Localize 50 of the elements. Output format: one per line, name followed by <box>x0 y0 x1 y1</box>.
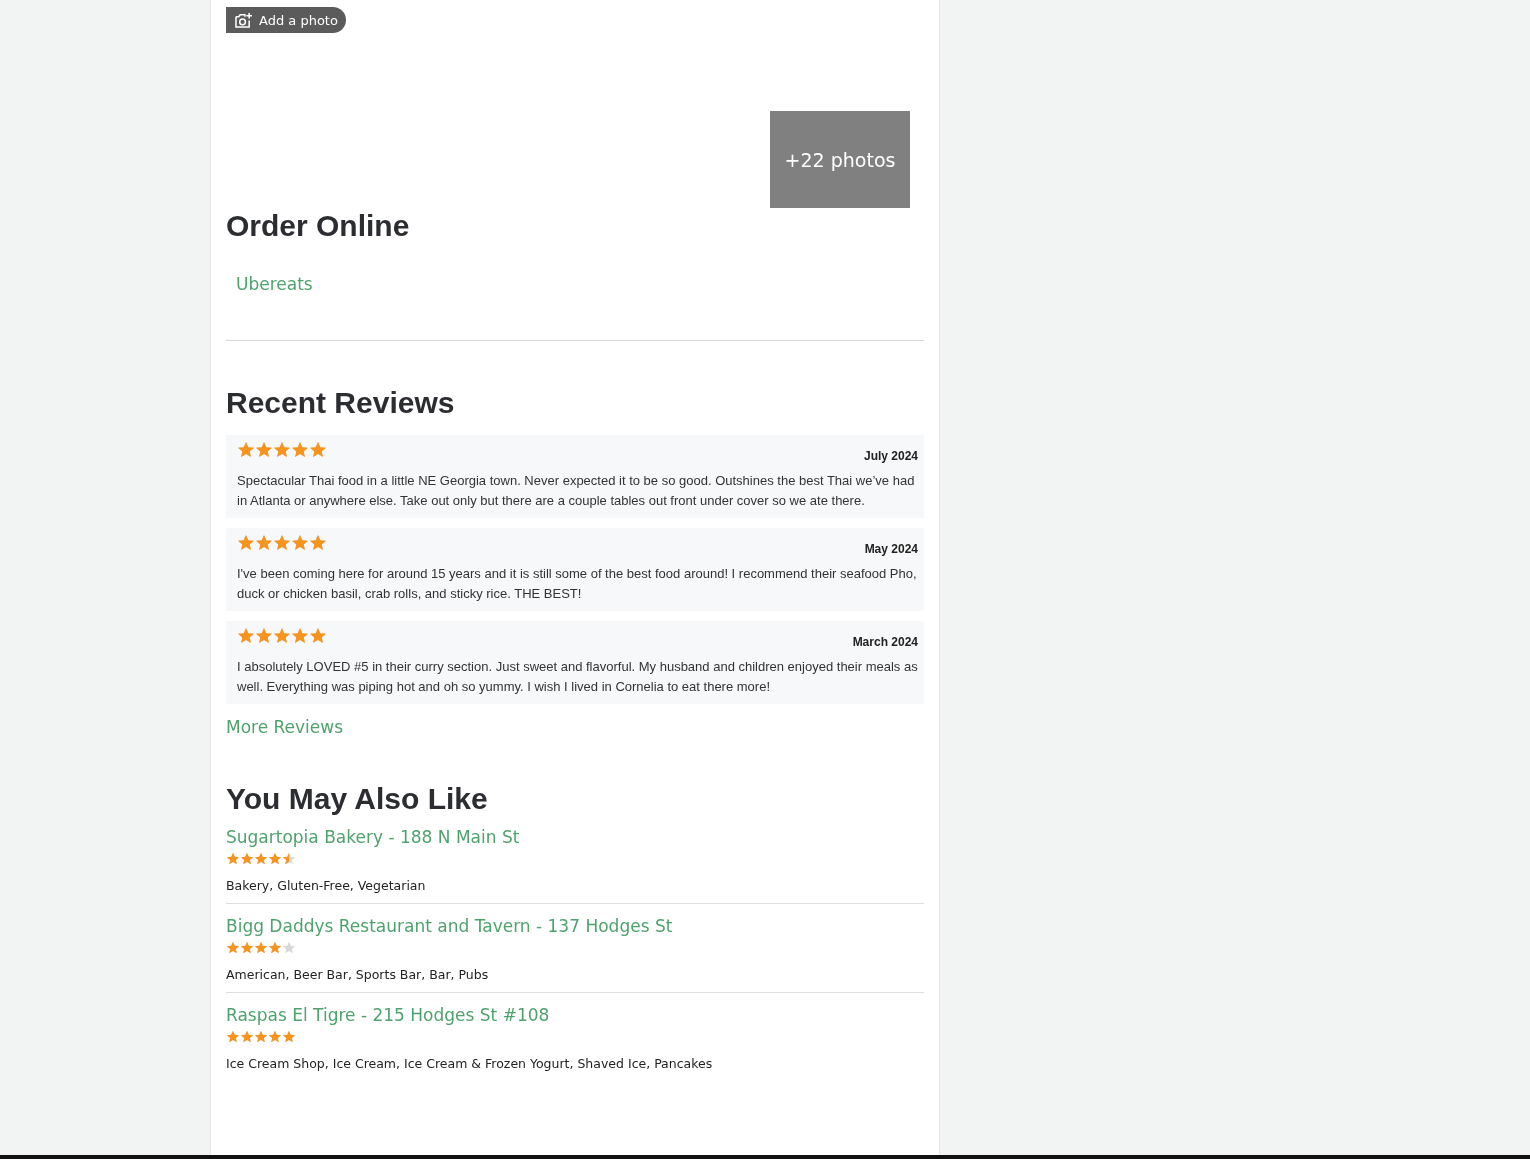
star-icon <box>255 441 273 458</box>
star-icon <box>237 441 255 458</box>
star-icon <box>291 627 309 644</box>
camera-plus-icon <box>234 11 253 29</box>
place-categories: Bakery, Gluten-Free, Vegetarian <box>226 878 427 893</box>
star-icon <box>254 941 268 954</box>
section-heading: Recent Reviews <box>226 385 456 421</box>
star-icon <box>309 627 327 644</box>
review-date: March 2024 <box>852 635 918 649</box>
star-icon <box>309 534 327 551</box>
star-icon <box>273 627 291 644</box>
star-icon <box>240 1030 254 1043</box>
star-icon <box>268 941 282 954</box>
star-icon <box>291 534 309 551</box>
review-date: May 2024 <box>864 542 918 556</box>
review-date: July 2024 <box>863 449 918 463</box>
star-icon <box>255 627 273 644</box>
star-icon <box>282 1030 296 1043</box>
star-icon <box>291 441 309 458</box>
star-icon <box>240 941 254 954</box>
review-text: I've been coming here for around 15 years and it is still some of the best food around! I recommend their seafood Pho, duck or chicken basil, crab rolls, and sticky rice. THE BEST! <box>237 565 918 603</box>
star-icon <box>254 1030 268 1043</box>
star-icon <box>268 1030 282 1043</box>
place-categories: Ice Cream Shop, Ice Cream, Ice Cream & Frozen Yogurt, Shaved Ice, Pancakes <box>226 1056 714 1071</box>
place-categories: American, Beer Bar, Sports Bar, Bar, Pubs <box>226 967 490 982</box>
star-icon <box>309 441 327 458</box>
star-icon <box>237 627 255 644</box>
place-link[interactable]: Sugartopia Bakery - 188 N Main St <box>226 827 924 847</box>
star-icon <box>282 852 296 865</box>
add-photo-button[interactable]: Add a photo <box>226 7 346 33</box>
star-icon <box>237 534 255 551</box>
star-icon <box>255 534 273 551</box>
order-link[interactable]: Ubereats <box>236 274 313 294</box>
star-icon <box>273 534 291 551</box>
star-icon <box>254 852 268 865</box>
star-icon <box>282 941 296 954</box>
star-icon <box>226 852 240 865</box>
place-link[interactable]: Raspas El Tigre - 215 Hodges St #108 <box>226 1005 924 1025</box>
star-icon <box>240 852 254 865</box>
more-reviews-link[interactable]: More Reviews <box>226 717 924 737</box>
more-photos-tile[interactable]: +22 photos <box>770 111 910 208</box>
star-icon <box>273 441 291 458</box>
star-icon <box>268 852 282 865</box>
section-heading: You May Also Like <box>226 781 489 817</box>
place-link[interactable]: Bigg Daddys Restaurant and Tavern - 137 Hodges St <box>226 916 924 936</box>
review-text: Spectacular Thai food in a little NE Georgia town. Never expected it to be so good. Outshines the best Thai we’ve had in Atlanta or anywhere else. Take out only but there are a couple tables out front under cover so we ate there. <box>237 472 916 510</box>
star-icon <box>226 1030 240 1043</box>
section-heading: Order Online <box>226 208 411 244</box>
star-icon <box>226 941 240 954</box>
review-text: I absolutely LOVED #5 in their curry section. Just sweet and flavorful. My husband and children enjoyed their meals as well. Everything was piping hot and oh so yummy. I wish I lived in Cornelia to eat there more! <box>237 658 918 696</box>
